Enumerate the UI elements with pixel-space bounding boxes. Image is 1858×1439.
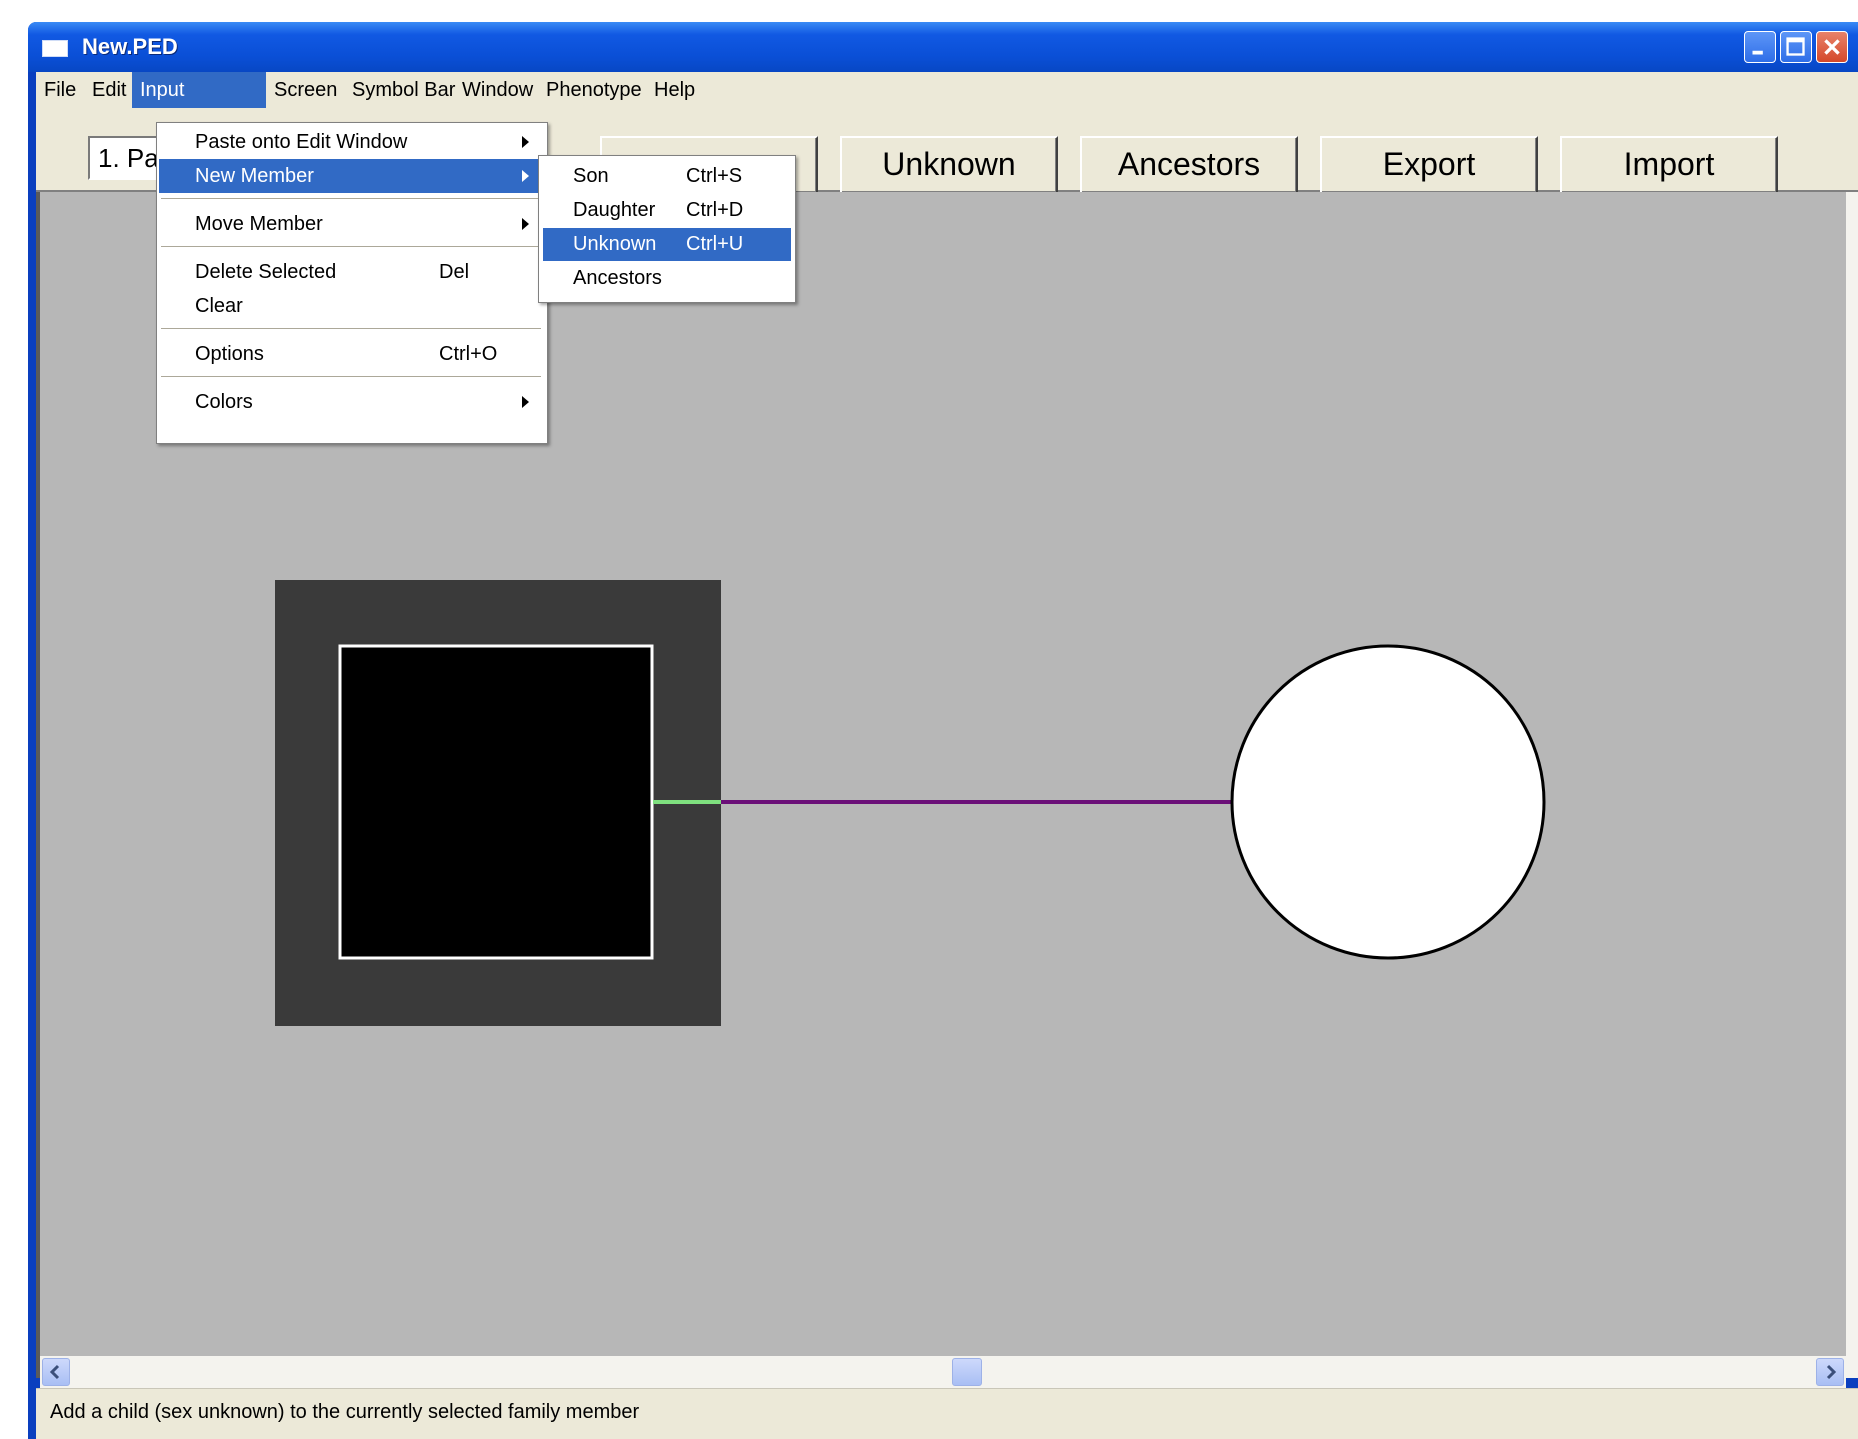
status-bar: Add a child (sex unknown) to the current… bbox=[36, 1388, 1858, 1439]
minimize-button[interactable] bbox=[1744, 31, 1776, 63]
export-button[interactable]: Export bbox=[1320, 136, 1538, 194]
scroll-left-button[interactable] bbox=[42, 1358, 70, 1386]
menu-shortcut: Ctrl+O bbox=[439, 343, 498, 365]
submenu-arrow-icon bbox=[522, 136, 529, 148]
scroll-thumb[interactable] bbox=[952, 1358, 982, 1386]
submenu-arrow-icon bbox=[522, 170, 529, 182]
submenu-arrow-icon bbox=[522, 396, 529, 408]
menu-shortcut: Ctrl+D bbox=[686, 199, 744, 221]
menu-item-new-member[interactable]: New Member bbox=[159, 159, 545, 193]
window-title: New.PED bbox=[82, 34, 178, 59]
menu-window[interactable]: Window bbox=[454, 72, 541, 108]
window-icon bbox=[42, 40, 68, 57]
vertical-scrollbar[interactable] bbox=[1846, 192, 1858, 1378]
minimize-icon bbox=[1752, 50, 1763, 55]
status-text: Add a child (sex unknown) to the current… bbox=[50, 1401, 640, 1423]
menu-bar: File Edit Input Window Screen Symbol Bar… bbox=[36, 72, 1858, 137]
close-button[interactable] bbox=[1816, 31, 1848, 63]
close-icon bbox=[1824, 39, 1840, 55]
menu-screen[interactable]: Screen bbox=[266, 72, 345, 108]
menu-item-label: New Member bbox=[195, 165, 314, 187]
menu-separator bbox=[161, 376, 541, 377]
submenu-item-daughter[interactable]: Daughter Ctrl+D bbox=[543, 194, 791, 227]
submenu-item-label: Unknown bbox=[573, 233, 657, 255]
horizontal-scrollbar[interactable] bbox=[40, 1356, 1846, 1388]
scroll-left-icon bbox=[49, 1364, 60, 1380]
menu-item-options[interactable]: Options Ctrl+O bbox=[159, 337, 545, 371]
menu-edit[interactable]: Edit bbox=[84, 72, 134, 108]
menu-separator bbox=[161, 246, 541, 247]
submenu-item-unknown[interactable]: Unknown Ctrl+U bbox=[543, 228, 791, 261]
menu-item-clear[interactable]: Clear bbox=[159, 289, 545, 323]
menu-shortcut: Ctrl+U bbox=[686, 233, 744, 255]
submenu-arrow-icon bbox=[522, 218, 529, 230]
menu-item-paste-onto-edit-window[interactable]: Paste onto Edit Window bbox=[159, 125, 545, 159]
ancestors-button[interactable]: Ancestors bbox=[1080, 136, 1298, 194]
maximize-button[interactable] bbox=[1780, 31, 1812, 63]
menu-file[interactable]: File bbox=[36, 72, 84, 108]
menu-item-colors[interactable]: Colors bbox=[159, 385, 545, 419]
menu-item-label: Paste onto Edit Window bbox=[195, 131, 408, 153]
menu-item-label: Colors bbox=[195, 391, 253, 413]
submenu-item-ancestors[interactable]: Ancestors bbox=[543, 262, 791, 295]
maximize-icon bbox=[1786, 37, 1805, 56]
menu-help[interactable]: Help bbox=[646, 72, 703, 108]
menu-separator bbox=[161, 198, 541, 199]
menu-item-label: Delete Selected bbox=[195, 261, 337, 283]
title-bar[interactable]: New.PED bbox=[28, 22, 1858, 72]
submenu-item-label: Son bbox=[573, 165, 609, 187]
input-window-menu: Paste onto Edit Window New Member Move M… bbox=[156, 122, 548, 444]
menu-shortcut: Del bbox=[439, 261, 470, 283]
menu-item-move-member[interactable]: Move Member bbox=[159, 207, 545, 241]
new-member-submenu: Son Ctrl+S Daughter Ctrl+D Unknown Ctrl+… bbox=[538, 155, 796, 303]
menu-input-window[interactable]: Input Window bbox=[132, 72, 266, 137]
submenu-item-label: Daughter bbox=[573, 199, 656, 221]
menu-shortcut: Ctrl+S bbox=[686, 165, 743, 187]
male-member-symbol[interactable] bbox=[338, 644, 654, 960]
menu-separator bbox=[161, 328, 541, 329]
submenu-item-son[interactable]: Son Ctrl+S bbox=[543, 160, 791, 193]
menu-symbol-bar[interactable]: Symbol Bar bbox=[344, 72, 463, 108]
menu-item-label: Clear bbox=[195, 295, 243, 317]
female-member-symbol[interactable] bbox=[1230, 644, 1546, 960]
scroll-right-button[interactable] bbox=[1816, 1358, 1844, 1386]
menu-phenotype[interactable]: Phenotype bbox=[538, 72, 650, 108]
import-button[interactable]: Import bbox=[1560, 136, 1778, 194]
submenu-item-label: Ancestors bbox=[573, 267, 662, 289]
menu-item-label: Options bbox=[195, 343, 264, 365]
scroll-right-icon bbox=[1826, 1364, 1837, 1380]
unknown-button[interactable]: Unknown bbox=[840, 136, 1058, 194]
menu-item-label: Move Member bbox=[195, 213, 323, 235]
menu-item-delete-selected[interactable]: Delete Selected Del bbox=[159, 255, 545, 289]
